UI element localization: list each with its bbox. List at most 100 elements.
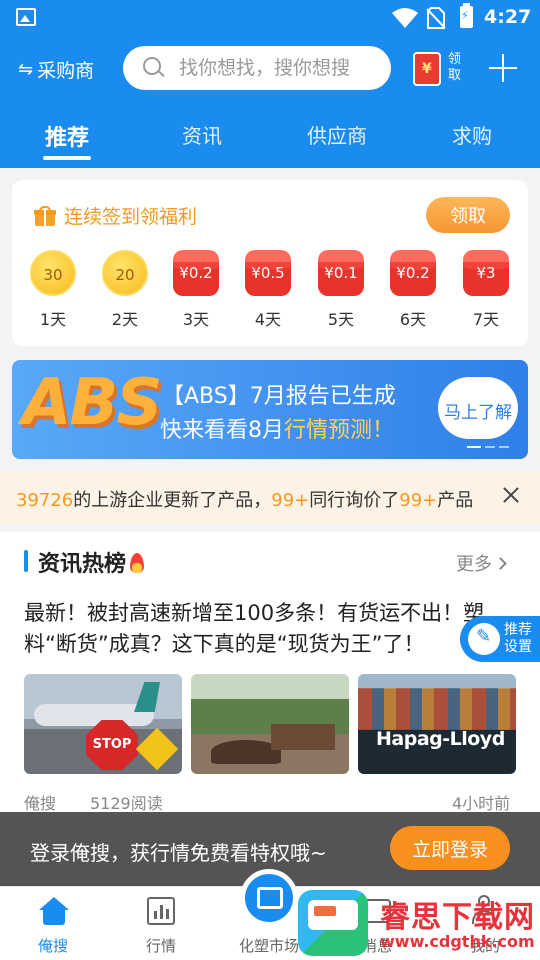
- close-icon[interactable]: [500, 484, 522, 506]
- role-label: 采购商: [37, 60, 95, 82]
- day-label: 5天: [327, 310, 355, 329]
- article-time: 4小时前: [452, 794, 511, 813]
- ticker-count: 39726: [16, 490, 74, 511]
- nav-market-quotes[interactable]: 行情: [111, 887, 211, 960]
- gift-icon: [34, 205, 56, 226]
- carousel-indicator: [467, 446, 509, 448]
- article-reads: 5129阅读: [90, 794, 163, 813]
- checkin-title-text: 连续签到领福利: [64, 206, 198, 228]
- status-bar: 4:27: [0, 0, 540, 36]
- hot-news-title-text: 资讯热榜: [38, 552, 127, 577]
- search-box[interactable]: [123, 46, 391, 90]
- checkin-day-4[interactable]: ¥0.5 4天: [238, 250, 298, 330]
- tab-news[interactable]: 资讯: [152, 120, 252, 149]
- day-label: 3天: [182, 310, 210, 329]
- abs-report-banner[interactable]: ABS 【ABS】7月报告已生成 快来看看8月行情预测！ 马上了解: [12, 360, 528, 459]
- red-envelope-reward-icon: ¥0.5: [245, 250, 291, 296]
- chevron-right-icon: [494, 556, 507, 570]
- day-label: 1天: [39, 310, 67, 329]
- red-envelope-reward-icon: ¥3: [463, 250, 509, 296]
- ticker-text-part: 同行询价了: [309, 490, 400, 511]
- tab-suppliers[interactable]: 供应商: [287, 120, 387, 149]
- stop-sign: STOP: [86, 720, 138, 770]
- day-label: 2天: [111, 310, 139, 329]
- store-icon: [240, 869, 298, 927]
- search-icon: [143, 57, 161, 75]
- recommend-settings-button[interactable]: 推荐设置: [460, 616, 540, 662]
- abs-logo: ABS: [22, 366, 162, 440]
- checkin-day-2[interactable]: 20 2天: [95, 250, 155, 330]
- watermark-url: www.cdgthk.com: [380, 932, 535, 951]
- claim-reward-label[interactable]: 领取: [448, 52, 462, 84]
- notice-ticker[interactable]: 39726的上游企业更新了产品，99+同行询价了99+产品: [0, 472, 540, 524]
- no-sim-icon: [426, 7, 446, 29]
- more-label: 更多: [456, 554, 492, 575]
- article-source: 俺搜: [24, 794, 57, 813]
- reward-amount: ¥0.1: [324, 264, 358, 282]
- coin-icon: 20: [102, 250, 148, 296]
- fire-icon: [130, 553, 145, 573]
- tab-recommend[interactable]: 推荐: [17, 120, 117, 160]
- checkin-claim-button[interactable]: 领取: [426, 197, 510, 233]
- checkin-day-3[interactable]: ¥0.2 3天: [166, 250, 226, 330]
- battery-charging-icon: [460, 3, 473, 28]
- ticker-text: 39726的上游企业更新了产品，99+同行询价了99+产品: [16, 486, 496, 512]
- ticker-text-part: 产品: [437, 490, 474, 511]
- reward-amount: ¥0.2: [396, 264, 430, 282]
- checkin-day-1[interactable]: 30 1天: [23, 250, 83, 330]
- watermark-title: 睿思下载网: [380, 900, 535, 935]
- banner-line-2-text: 快来看看8月: [160, 418, 284, 443]
- more-link[interactable]: 更多: [456, 550, 507, 576]
- banner-line-1: 【ABS】7月报告已生成: [162, 384, 396, 409]
- reward-amount: ¥0.5: [251, 264, 285, 282]
- nav-home[interactable]: 俺搜: [3, 887, 103, 960]
- status-time: 4:27: [484, 6, 532, 28]
- recommend-settings-label: 推荐设置: [504, 622, 532, 655]
- ticker-count: 99+: [399, 490, 438, 511]
- reward-amount: ¥0.2: [179, 264, 213, 282]
- swap-arrows-icon: ⇋: [18, 59, 34, 80]
- login-prompt-text: 登录俺搜，获行情免费看特权哦~: [30, 841, 327, 865]
- search-input[interactable]: [179, 54, 379, 82]
- hot-news-section: 资讯热榜 更多 最新！被封高速新增至100多条！有货运不出！塑料“断货”成真？这…: [0, 532, 540, 822]
- app-header: ⇋ 采购商 领取 推荐 资讯 供应商 求购: [0, 36, 540, 168]
- banner-line-2: 快来看看8月行情预测！: [160, 412, 394, 444]
- checkin-day-7[interactable]: ¥3 7天: [456, 250, 516, 330]
- watermark-logo: [298, 890, 368, 956]
- banner-highlight: 行情预测！: [284, 418, 395, 443]
- image-notification-icon: [16, 8, 36, 26]
- wifi-icon: [392, 8, 418, 28]
- reward-amount: ¥3: [476, 264, 496, 282]
- checkin-day-5[interactable]: ¥0.1 5天: [311, 250, 371, 330]
- red-envelope-reward-icon: ¥0.2: [390, 250, 436, 296]
- ticker-count: 99+: [271, 490, 310, 511]
- add-icon[interactable]: [489, 54, 517, 82]
- ship-brand-text: Hapag-Lloyd: [376, 728, 505, 750]
- red-envelope-reward-icon: ¥0.1: [318, 250, 364, 296]
- bar-chart-icon: [147, 897, 175, 925]
- checkin-card: 连续签到领福利 领取 30 1天 20 2天 ¥0.2 3天 ¥0.5 4天 ¥…: [12, 180, 528, 346]
- edit-icon: [468, 623, 500, 655]
- article-headline[interactable]: 最新！被封高速新增至100多条！有货运不出！塑料“断货”成真？这下真的是“现货为…: [24, 598, 494, 660]
- red-envelope-icon[interactable]: [413, 52, 441, 86]
- nav-label: 俺搜: [37, 937, 68, 955]
- nav-label: 行情: [145, 937, 176, 955]
- day-label: 6天: [399, 310, 427, 329]
- header-tabs: 推荐 资讯 供应商 求购: [0, 120, 540, 164]
- article-image-airplanes[interactable]: STOP: [24, 674, 182, 774]
- checkin-title: 连续签到领福利: [34, 202, 197, 229]
- day-label: 7天: [472, 310, 500, 329]
- red-envelope-reward-icon: ¥0.2: [173, 250, 219, 296]
- article-image-ship[interactable]: Hapag-Lloyd: [358, 674, 516, 774]
- home-icon: [39, 897, 69, 925]
- coin-icon: 30: [30, 250, 76, 296]
- checkin-day-6[interactable]: ¥0.2 6天: [383, 250, 443, 330]
- day-label: 4天: [254, 310, 282, 329]
- learn-more-button[interactable]: 马上了解: [438, 377, 518, 439]
- article-image-truck[interactable]: [191, 674, 349, 774]
- login-button[interactable]: 立即登录: [390, 826, 510, 870]
- ticker-text-part: 的上游企业更新了产品，: [73, 490, 272, 511]
- tab-purchase[interactable]: 求购: [422, 120, 522, 149]
- switch-role-button[interactable]: ⇋ 采购商: [18, 56, 94, 83]
- hot-news-title: 资讯热榜: [24, 546, 145, 578]
